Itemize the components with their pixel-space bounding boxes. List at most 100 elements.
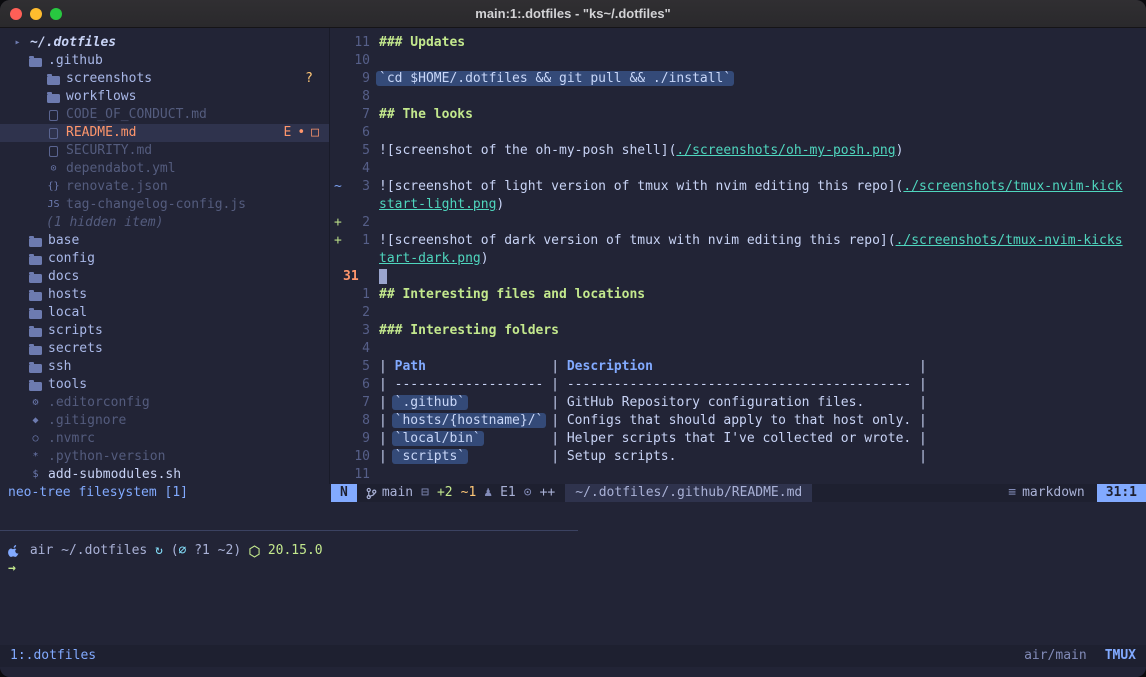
git-added-count: +2: [437, 484, 453, 502]
folder-icon: [46, 74, 61, 85]
editor-line[interactable]: +1![screenshot of dark version of tmux w…: [330, 232, 1146, 250]
tree-item-security-md[interactable]: SECURITY.md: [0, 142, 329, 160]
shell-pane[interactable]: air ~/.dotfiles ↻ (∅ ?1 ~2) 20.15.0 →: [0, 531, 1146, 578]
editor-line[interactable]: 7## The looks: [330, 106, 1146, 124]
tree-item-hosts[interactable]: hosts: [0, 286, 329, 304]
apple-icon: [8, 544, 20, 558]
editor-line[interactable]: 1## Interesting files and locations: [330, 286, 1146, 304]
line-number: 7: [343, 106, 370, 124]
editor-line[interactable]: ~3![screenshot of light version of tmux …: [330, 178, 1146, 196]
editor-line[interactable]: tart-dark.png): [330, 250, 1146, 268]
line-number: 10: [343, 448, 370, 466]
vim-mode-badge: N: [331, 484, 357, 502]
tree-item-screenshots[interactable]: screenshots?: [0, 70, 329, 88]
tree-item-python-version[interactable]: *.python-version: [0, 448, 329, 466]
tree-item-local[interactable]: local: [0, 304, 329, 322]
editor-line[interactable]: 3### Interesting folders: [330, 322, 1146, 340]
editor-line[interactable]: 2: [330, 304, 1146, 322]
neotree-sidebar: ▸~/.dotfiles.githubscreenshots?workflows…: [0, 28, 330, 484]
line-text: | `.github` | GitHub Repository configur…: [379, 394, 927, 412]
git-icon: ◆: [28, 412, 43, 430]
tree-item-label: config: [48, 250, 95, 268]
editor-line[interactable]: 4: [330, 340, 1146, 358]
tree-item-docs[interactable]: docs: [0, 268, 329, 286]
editor-line[interactable]: 4: [330, 160, 1146, 178]
line-number: 4: [343, 340, 370, 358]
line-text: `cd $HOME/.dotfiles && git pull && ./ins…: [379, 70, 731, 88]
folder-icon: [29, 238, 42, 247]
file-path: ~/.dotfiles/.github/README.md: [565, 484, 812, 502]
tree-item-tag-changelog-config-js[interactable]: JStag-changelog-config.js: [0, 196, 329, 214]
line-text: [379, 268, 387, 286]
editor-line[interactable]: 5| Path | Description |: [330, 358, 1146, 376]
editor-line[interactable]: 6| ------------------- | ---------------…: [330, 376, 1146, 394]
folder-open-icon: [29, 58, 42, 67]
tree-item-dependabot-yml[interactable]: ⊙dependabot.yml: [0, 160, 329, 178]
tmux-window-label[interactable]: 1:.dotfiles: [10, 647, 96, 665]
editor-line[interactable]: 8| `hosts/{hostname}/` | Configs that sh…: [330, 412, 1146, 430]
editor-line[interactable]: 10: [330, 52, 1146, 70]
editor-line[interactable]: 11: [330, 466, 1146, 484]
folder-icon: [28, 272, 43, 283]
tree-item-secrets[interactable]: secrets: [0, 340, 329, 358]
terminal-content: ▸~/.dotfiles.githubscreenshots?workflows…: [0, 28, 1146, 677]
tree-item-base[interactable]: base: [0, 232, 329, 250]
cursor-position: 31:1: [1097, 484, 1146, 502]
tree-item-github[interactable]: .github: [0, 52, 329, 70]
tree-item-workflows[interactable]: workflows: [0, 88, 329, 106]
statusline-right: ≡ markdown 31:1: [1008, 484, 1146, 502]
line-number: 7: [343, 394, 370, 412]
tree-item-label: base: [48, 232, 79, 250]
folder-icon: [29, 274, 42, 283]
tree-item-label: .python-version: [48, 448, 165, 466]
tree-item-dotfiles[interactable]: ▸~/.dotfiles: [0, 34, 329, 52]
tree-item-readme-md[interactable]: README.mdE•□: [0, 124, 329, 142]
editor-line[interactable]: 9`cd $HOME/.dotfiles && git pull && ./in…: [330, 70, 1146, 88]
line-text: | Path | Description |: [379, 358, 927, 376]
tree-item-1-hidden-item[interactable]: (1 hidden item): [0, 214, 329, 232]
editor-line[interactable]: start-light.png): [330, 196, 1146, 214]
tree-item-ssh[interactable]: ssh: [0, 358, 329, 376]
editor-line[interactable]: 5![screenshot of the oh-my-posh shell](.…: [330, 142, 1146, 160]
git-modified-count: ~1: [461, 484, 477, 502]
editor-line[interactable]: 11### Updates: [330, 34, 1146, 52]
tmux-bar-right: air/main TMUX: [1024, 647, 1136, 665]
tree-item-config[interactable]: config: [0, 250, 329, 268]
tree-item-tools[interactable]: tools: [0, 376, 329, 394]
folder-icon: [28, 380, 43, 391]
editor-line[interactable]: 6: [330, 124, 1146, 142]
gutter-sign: +: [330, 232, 343, 250]
shell-input-line[interactable]: →: [8, 560, 1146, 578]
editor-line[interactable]: 10| `scripts` | Setup scripts. |: [330, 448, 1146, 466]
editor-line[interactable]: +2: [330, 214, 1146, 232]
line-text: | `hosts/{hostname}/` | Configs that sho…: [379, 412, 927, 430]
editor-line[interactable]: 9| `local/bin` | Helper scripts that I'v…: [330, 430, 1146, 448]
git-branch-name: main: [382, 484, 413, 502]
minimize-button[interactable]: [30, 8, 42, 20]
tree-item-label: screenshots: [66, 70, 152, 88]
prompt-host-path: air ~/.dotfiles: [22, 542, 155, 560]
tree-item-scripts[interactable]: scripts: [0, 322, 329, 340]
folder-open-icon: [28, 56, 43, 67]
editor-pane[interactable]: 11### Updates109`cd $HOME/.dotfiles && g…: [330, 28, 1146, 484]
close-button[interactable]: [10, 8, 22, 20]
filetype-label: markdown: [1022, 484, 1085, 502]
tree-item-nvmrc[interactable]: ○.nvmrc: [0, 430, 329, 448]
editor-line[interactable]: 31: [330, 268, 1146, 286]
folder-icon: [28, 308, 43, 319]
editor-line[interactable]: 8: [330, 88, 1146, 106]
tree-item-label: workflows: [66, 88, 136, 106]
tree-item-renovate-json[interactable]: {}renovate.json: [0, 178, 329, 196]
folder-icon: [28, 362, 43, 373]
tree-item-code-of-conduct-md[interactable]: CODE_OF_CONDUCT.md: [0, 106, 329, 124]
folder-icon: [28, 290, 43, 301]
traffic-lights: [10, 8, 62, 20]
tree-item-add-submodules-sh[interactable]: $add-submodules.sh: [0, 466, 329, 484]
tree-item-editorconfig[interactable]: ⚙.editorconfig: [0, 394, 329, 412]
folder-icon: [28, 344, 43, 355]
tree-item-label: tag-changelog-config.js: [66, 196, 246, 214]
tree-item-gitignore[interactable]: ◆ .gitignore: [0, 412, 329, 430]
editor-line[interactable]: 7 | `.github` | GitHub Repository configu…: [330, 394, 1146, 412]
tree-item-label: .gitignore: [48, 412, 126, 430]
zoom-button[interactable]: [50, 8, 62, 20]
